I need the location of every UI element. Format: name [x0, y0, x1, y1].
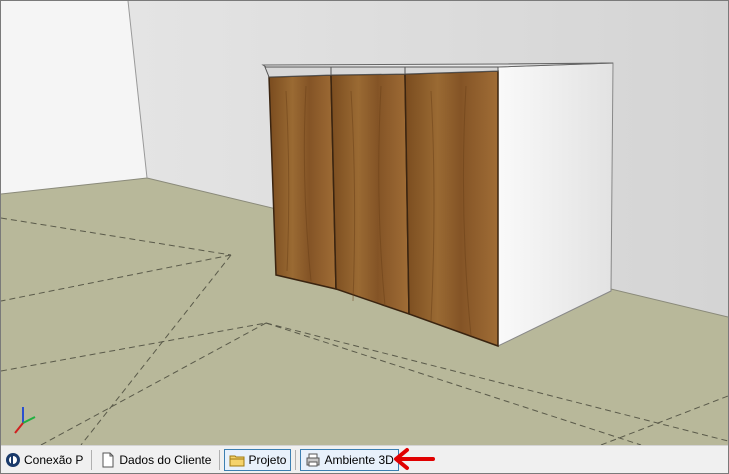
tab-dados-do-cliente[interactable]: Dados do Cliente [96, 449, 215, 471]
3d-printer-icon [305, 452, 321, 468]
tab-separator [219, 450, 221, 470]
tab-conexao-label: Conexão P [24, 453, 84, 467]
tab-separator [91, 450, 93, 470]
app-logo-icon [5, 452, 21, 468]
3d-viewport[interactable] [1, 1, 728, 445]
application-window: Conexão P Dados do Cliente Projeto Ambie… [0, 0, 729, 474]
cabinet-door-right[interactable] [404, 70, 499, 348]
3d-scene[interactable] [1, 1, 728, 445]
cabinet-door-middle[interactable] [330, 73, 410, 316]
folder-icon [229, 452, 245, 468]
tab-ambiente-3d[interactable]: Ambiente 3D [300, 449, 399, 471]
tab-dados-label: Dados do Cliente [119, 453, 212, 467]
bottom-tab-bar: Conexão P Dados do Cliente Projeto Ambie… [1, 445, 728, 473]
tab-projeto-label: Projeto [248, 453, 287, 467]
annotation-arrow [394, 448, 435, 470]
tab-ambiente-3d-label: Ambiente 3D [324, 453, 394, 467]
cabinet-door-left[interactable] [268, 74, 337, 290]
tab-projeto[interactable]: Projeto [224, 449, 292, 471]
tab-conexao[interactable]: Conexão P [1, 449, 87, 471]
tab-separator [295, 450, 297, 470]
left-wall [1, 1, 147, 194]
document-icon [100, 452, 116, 468]
